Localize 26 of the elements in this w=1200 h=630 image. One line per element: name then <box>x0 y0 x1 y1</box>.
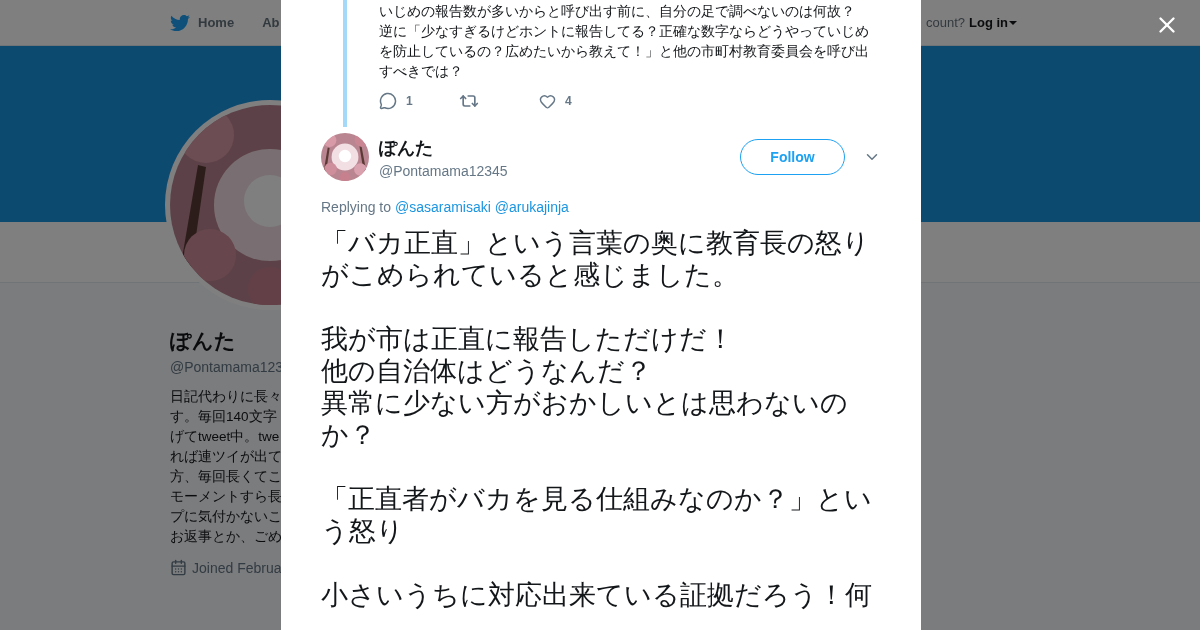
user-handle: @Pontamama12345 <box>379 162 509 179</box>
account-prompt: count? <box>925 15 965 30</box>
reply-count: 1 <box>406 94 413 108</box>
calendar-icon <box>170 559 187 576</box>
like-count: 4 <box>565 94 572 108</box>
login-link[interactable]: Log in <box>969 15 1017 30</box>
follow-button[interactable]: Follow <box>740 139 845 175</box>
profile-handle: @Pontamama123 <box>170 359 284 375</box>
like-icon[interactable] <box>539 92 556 110</box>
profile-name: ぽんた <box>170 328 236 354</box>
tweet-paragraph: 「正直者がバカを見る仕組みなのか？」とい う怒り <box>321 483 873 547</box>
about-link[interactable]: Ab <box>262 15 280 30</box>
user-name[interactable]: ぽんた <box>379 135 740 160</box>
mention-link[interactable]: @sasaramisaki <box>394 199 491 215</box>
mention-link[interactable]: @arukajinja <box>494 199 569 215</box>
tweet-paragraph: 「バカ正直」という言葉の奥に教育長の怒り がこめられていると感じました。 <box>321 227 871 291</box>
reply-icon[interactable] <box>379 92 397 110</box>
caret-icon <box>1009 20 1017 25</box>
tweet-paragraph: 我が市は正直に報告しただけだ！ 他の自治体はどうなんだ？ 異常に少ない方がおかしいとは思わないの か？ <box>321 323 849 451</box>
joined-date: Joined Februa <box>192 559 282 576</box>
parent-tweet-text: いじめの報告数が多いからと呼び出す前に、自分の足で調べないのは何故？ 逆に「少なすぎるけどホントに報告してる？正確な数字ならどうやっていじめ を防止しているの？広めたいから教えて！」と他の市町村教育委員会を呼び出 すべきでは？ <box>379 2 869 81</box>
bird-icon <box>170 12 190 33</box>
profile-bio: 日記代わりに長々 す。毎回140文字 げてtweet中。twe れば連ツイが出て 方、毎回長くてこ モーメントすら長 プに気付かないこ お返事とか、ごめ <box>170 388 282 546</box>
tweet-paragraph: 小さいうちに対応出来ている証拠だろう！何 <box>321 579 873 611</box>
home-link[interactable]: Home <box>170 12 235 33</box>
replying-to: Replying to @sasaramisaki @arukajinja <box>320 198 570 215</box>
